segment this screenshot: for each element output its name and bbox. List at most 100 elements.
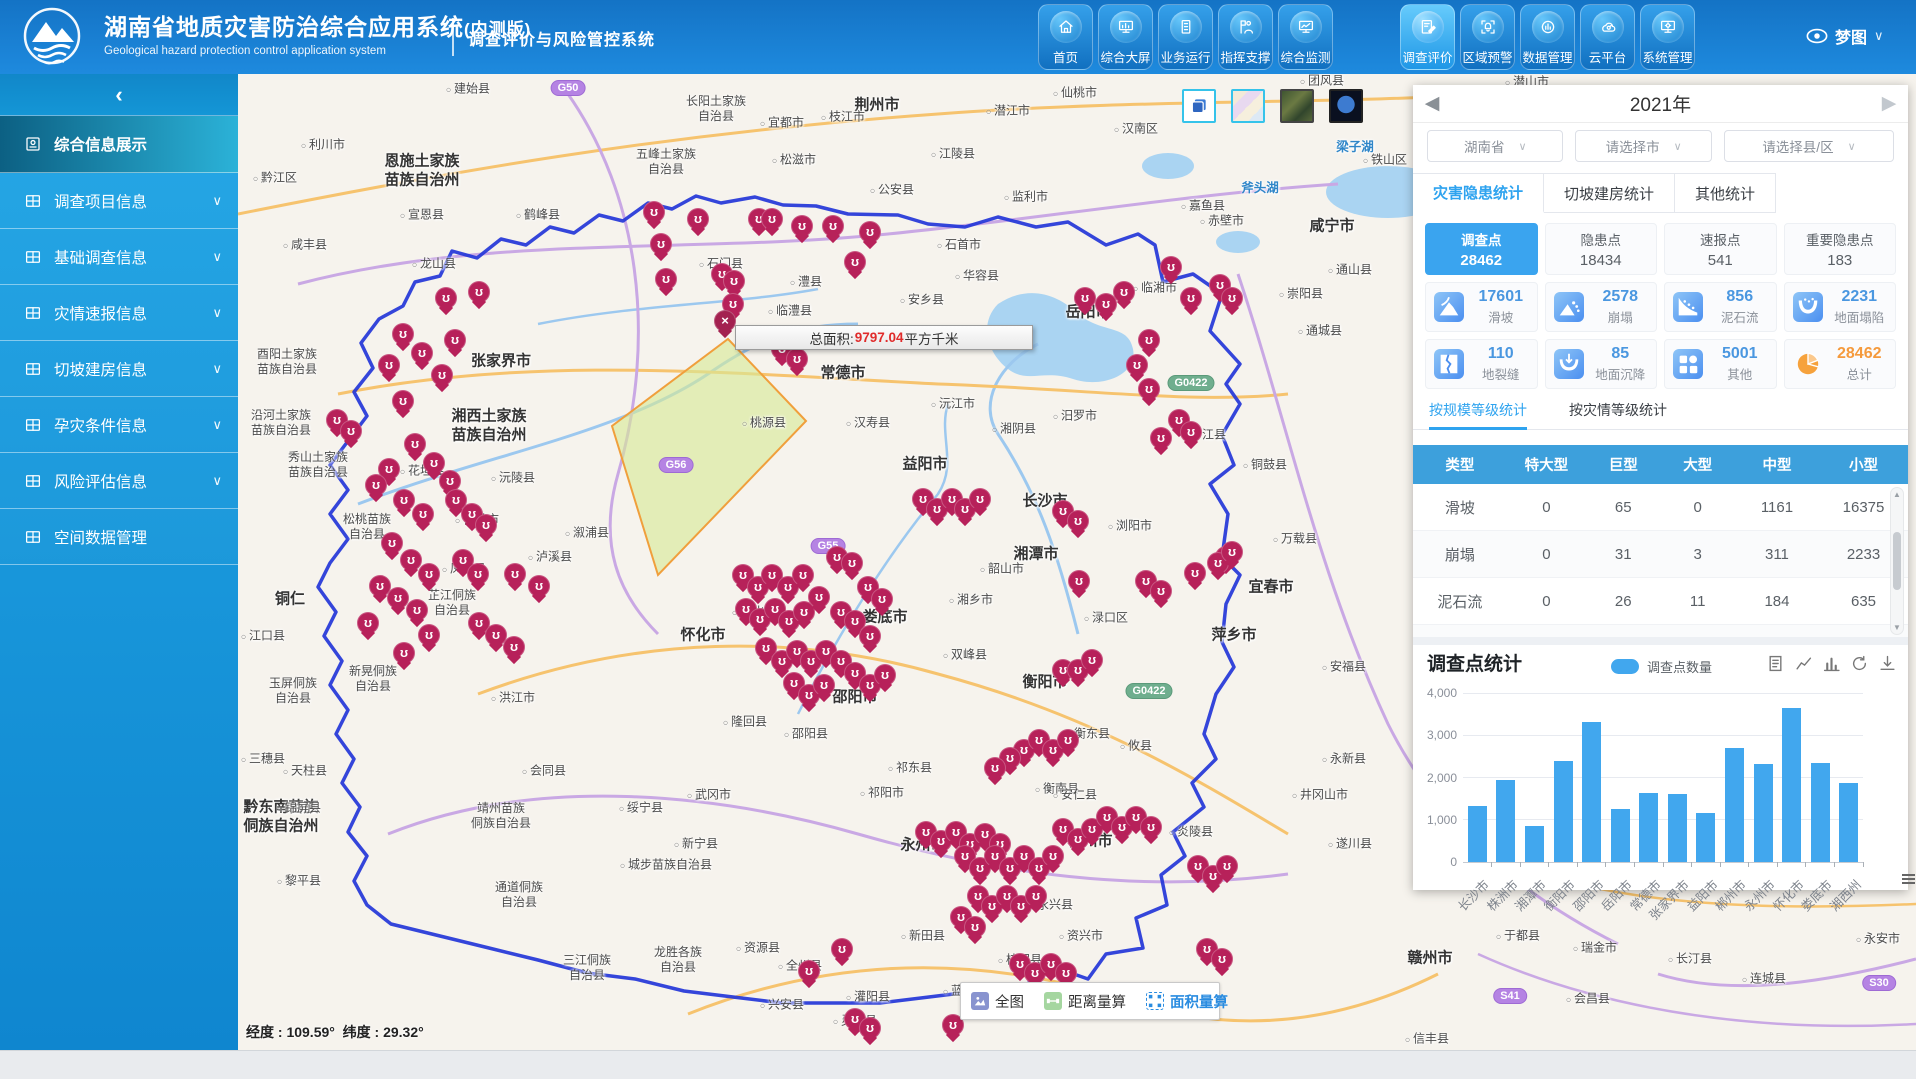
scroll-down-icon[interactable]: ▼ <box>1893 623 1901 632</box>
hazard-marker-pin[interactable]: ʊ <box>859 625 881 647</box>
hazard-marker-pin[interactable]: ʊ <box>650 233 672 255</box>
scroll-up-icon[interactable]: ▲ <box>1893 490 1901 499</box>
table-scrollbar[interactable]: ▲ ▼ <box>1890 487 1904 635</box>
hazard-marker-pin[interactable]: ʊ <box>1074 287 1096 309</box>
hazard-marker-pin[interactable]: ʊ <box>808 586 830 608</box>
hazard-marker-pin[interactable]: ʊ <box>831 938 853 960</box>
hazard-marker-pin[interactable]: ʊ <box>504 563 526 585</box>
hazard-marker-pin[interactable]: ʊ <box>798 960 820 982</box>
globe-basemap-button[interactable] <box>1329 89 1363 123</box>
hazard-marker-pin[interactable]: ʊ <box>418 624 440 646</box>
street-basemap-button[interactable] <box>1231 89 1265 123</box>
hazard-marker-pin[interactable]: ʊ <box>475 514 497 536</box>
hazard-marker-pin[interactable]: ʊ <box>844 251 866 273</box>
type-stat-rockfall[interactable]: 2578崩塌 <box>1545 282 1658 332</box>
nav-system-button[interactable]: 系统管理 <box>1640 4 1695 70</box>
region-select-2[interactable]: 请选择市∨ <box>1575 130 1711 162</box>
chart-refresh-icon[interactable] <box>1851 655 1868 672</box>
panel-handle-icon[interactable] <box>1902 872 1915 885</box>
hazard-marker-pin[interactable]: ʊ <box>822 215 844 237</box>
hazard-marker-pin[interactable]: ʊ <box>1067 510 1089 532</box>
region-select-3[interactable]: 请选择县/区∨ <box>1724 130 1894 162</box>
nav-cloud-button[interactable]: 云平台 <box>1580 4 1635 70</box>
hazard-marker-pin[interactable]: ʊ <box>411 342 433 364</box>
hazard-marker-pin[interactable]: ʊ <box>1184 562 1206 584</box>
sidebar-item-1[interactable]: 综合信息展示 <box>0 116 238 173</box>
hazard-marker-pin[interactable]: ʊ <box>1221 541 1243 563</box>
sidebar-item-2[interactable]: 调查项目信息∨ <box>0 173 238 229</box>
hazard-marker-pin[interactable]: ʊ <box>1138 378 1160 400</box>
year-prev-button[interactable]: ◀ <box>1417 88 1447 118</box>
hazard-marker-pin[interactable]: ʊ <box>1081 649 1103 671</box>
chart-legend[interactable]: 调查点数量 <box>1611 657 1712 676</box>
sidebar-item-7[interactable]: 风险评估信息∨ <box>0 453 238 509</box>
hazard-marker-pin[interactable]: ʊ <box>761 208 783 230</box>
hazard-marker-pin[interactable]: ʊ <box>503 636 525 658</box>
hazard-marker-pin[interactable]: ʊ <box>412 503 434 525</box>
hazard-marker-pin[interactable]: ʊ <box>643 201 665 223</box>
hazard-marker-pin[interactable]: ʊ <box>1180 287 1202 309</box>
hazard-marker-pin[interactable]: ʊ <box>723 270 745 292</box>
year-next-button[interactable]: ▶ <box>1874 88 1904 118</box>
hazard-marker-pin[interactable]: ʊ <box>655 268 677 290</box>
maptool-area-button[interactable]: 面积量算 <box>1136 991 1238 1012</box>
layers-toggle-button[interactable] <box>1182 89 1216 123</box>
nav-region-button[interactable]: 区域预警 <box>1460 4 1515 70</box>
chart-dataview-icon[interactable] <box>1767 655 1784 672</box>
hazard-marker-pin[interactable]: ʊ <box>393 642 415 664</box>
hazard-marker-pin[interactable]: ʊ <box>1025 885 1047 907</box>
hazard-marker-pin[interactable]: ʊ <box>431 364 453 386</box>
measure-close-pin[interactable]: × <box>714 310 736 332</box>
hazard-marker-pin[interactable]: ʊ <box>1160 256 1182 278</box>
hazard-marker-pin[interactable]: ʊ <box>1138 329 1160 351</box>
hazard-marker-pin[interactable]: ʊ <box>859 1017 881 1039</box>
nav-survey-button[interactable]: 调查评价 <box>1400 4 1455 70</box>
maptool-dist-button[interactable]: 距离量算 <box>1034 991 1136 1012</box>
sidebar-item-8[interactable]: 空间数据管理 <box>0 509 238 565</box>
hazard-marker-pin[interactable]: ʊ <box>392 390 414 412</box>
sidebar-item-6[interactable]: 孕灾条件信息∨ <box>0 397 238 453</box>
hazard-marker-pin[interactable]: ʊ <box>964 916 986 938</box>
tab-2[interactable]: 切坡建房统计 <box>1544 173 1675 213</box>
hazard-marker-pin[interactable]: ʊ <box>874 664 896 686</box>
type-stat-sink[interactable]: 2231地面塌陷 <box>1784 282 1897 332</box>
type-stat-pie[interactable]: 28462总计 <box>1784 339 1897 389</box>
hazard-marker-pin[interactable]: ʊ <box>1221 287 1243 309</box>
hazard-marker-pin[interactable]: ʊ <box>1068 570 1090 592</box>
hazard-marker-pin[interactable]: ʊ <box>791 215 813 237</box>
hazard-marker-pin[interactable]: ʊ <box>687 208 709 230</box>
sidebar-item-5[interactable]: 切坡建房信息∨ <box>0 341 238 397</box>
stat-box-4[interactable]: 重要隐患点183 <box>1784 223 1897 275</box>
user-menu[interactable]: 梦图 ∨ <box>1806 24 1884 48</box>
type-stat-crack[interactable]: 110地裂缝 <box>1425 339 1538 389</box>
hazard-marker-pin[interactable]: ʊ <box>418 563 440 585</box>
type-stat-debris[interactable]: 856泥石流 <box>1664 282 1777 332</box>
region-select-1[interactable]: 湖南省∨ <box>1427 130 1563 162</box>
hazard-marker-pin[interactable]: ʊ <box>444 329 466 351</box>
hazard-marker-pin[interactable]: ʊ <box>435 287 457 309</box>
hazard-marker-pin[interactable]: ʊ <box>984 757 1006 779</box>
sidebar-collapse-button[interactable]: ‹ <box>0 74 238 116</box>
chart-bar-icon[interactable] <box>1823 655 1840 672</box>
tab-3[interactable]: 其他统计 <box>1675 173 1776 213</box>
type-stat-landslide[interactable]: 17601滑坡 <box>1425 282 1538 332</box>
hazard-marker-pin[interactable]: ʊ <box>1126 354 1148 376</box>
type-stat-subside[interactable]: 85地面沉降 <box>1545 339 1658 389</box>
hazard-marker-pin[interactable]: ʊ <box>1180 421 1202 443</box>
sidebar-item-4[interactable]: 灾情速报信息∨ <box>0 285 238 341</box>
sidebar-item-3[interactable]: 基础调查信息∨ <box>0 229 238 285</box>
hazard-marker-pin[interactable]: ʊ <box>841 552 863 574</box>
nav-monitor-button[interactable]: 综合监测 <box>1278 4 1333 70</box>
hazard-marker-pin[interactable]: ʊ <box>1113 281 1135 303</box>
hazard-marker-pin[interactable]: ʊ <box>1150 427 1172 449</box>
hazard-marker-pin[interactable]: ʊ <box>1055 962 1077 984</box>
scrollbar-thumb[interactable] <box>1893 532 1901 590</box>
hazard-marker-pin[interactable]: ʊ <box>969 488 991 510</box>
hazard-marker-pin[interactable]: ʊ <box>357 612 379 634</box>
hazard-marker-pin[interactable]: ʊ <box>1042 845 1064 867</box>
nav-screen-button[interactable]: 综合大屏 <box>1098 4 1153 70</box>
hazard-marker-pin[interactable]: ʊ <box>528 575 550 597</box>
stat-box-1[interactable]: 调查点28462 <box>1425 223 1538 275</box>
hazard-marker-pin[interactable]: ʊ <box>406 599 428 621</box>
hazard-marker-pin[interactable]: ʊ <box>467 563 489 585</box>
